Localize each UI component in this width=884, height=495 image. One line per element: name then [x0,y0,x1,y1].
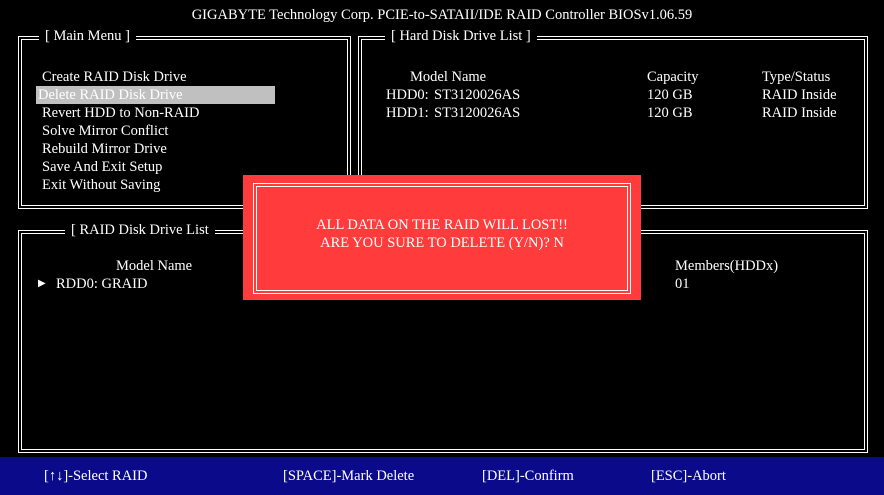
dialog-confirm-prompt[interactable]: ARE YOU SURE TO DELETE (Y/N)? N [243,234,641,252]
hdd-header-status: Type/Status [762,69,831,85]
hdd0-capacity: 120 GB [647,87,693,103]
hint-mark-delete: [SPACE]-Mark Delete [283,468,415,484]
hdd1-status: RAID Inside [762,105,837,121]
menu-item-save-exit[interactable]: Save And Exit Setup [42,158,162,176]
hint-confirm: [DEL]-Confirm [482,468,574,484]
hdd1-capacity: 120 GB [647,105,693,121]
raid-row-members: 01 [675,276,690,292]
menu-item-create-raid[interactable]: Create RAID Disk Drive [42,68,187,86]
hdd-header-model: Model Name [410,69,487,85]
hdd1-id: HDD1: [386,105,429,121]
raid-row-name[interactable]: RDD0: GRAID [56,275,147,293]
hint-abort: [ESC]-Abort [651,468,726,484]
menu-item-rebuild-mirror[interactable]: Rebuild Mirror Drive [42,140,167,158]
main-menu-title: [ Main Menu ] [39,27,136,45]
menu-item-revert-hdd[interactable]: Revert HDD to Non-RAID [42,104,199,122]
hdd-header-capacity: Capacity [647,69,699,85]
menu-item-solve-mirror[interactable]: Solve Mirror Conflict [42,122,168,140]
hint-select-raid: [↑↓]-Select RAID [44,468,148,484]
raid-header-members: Members(HDDx) [675,258,779,274]
hdd0-model: ST3120026AS [434,87,521,103]
delete-confirm-dialog: ALL DATA ON THE RAID WILL LOST!! ARE YOU… [243,175,641,300]
hdd-list-title: [ Hard Disk Drive List ] [385,27,537,45]
hdd0-status: RAID Inside [762,87,837,103]
key-help-bar: [↑↓]-Select RAID [SPACE]-Mark Delete [DE… [0,457,884,495]
menu-item-delete-raid[interactable]: Delete RAID Disk Drive [36,86,275,104]
bios-title: GIGABYTE Technology Corp. PCIE-to-SATAII… [191,7,693,23]
hdd0-id: HDD0: [386,87,429,103]
dialog-warning-line: ALL DATA ON THE RAID WILL LOST!! [316,217,568,233]
raid-header-model: Model Name [116,258,193,274]
hdd1-model: ST3120026AS [434,105,521,121]
selected-raid-marker-icon: ▶ [38,278,46,289]
raid-list-title: [ RAID Disk Drive List [65,221,215,239]
menu-item-exit-no-save[interactable]: Exit Without Saving [42,176,160,194]
